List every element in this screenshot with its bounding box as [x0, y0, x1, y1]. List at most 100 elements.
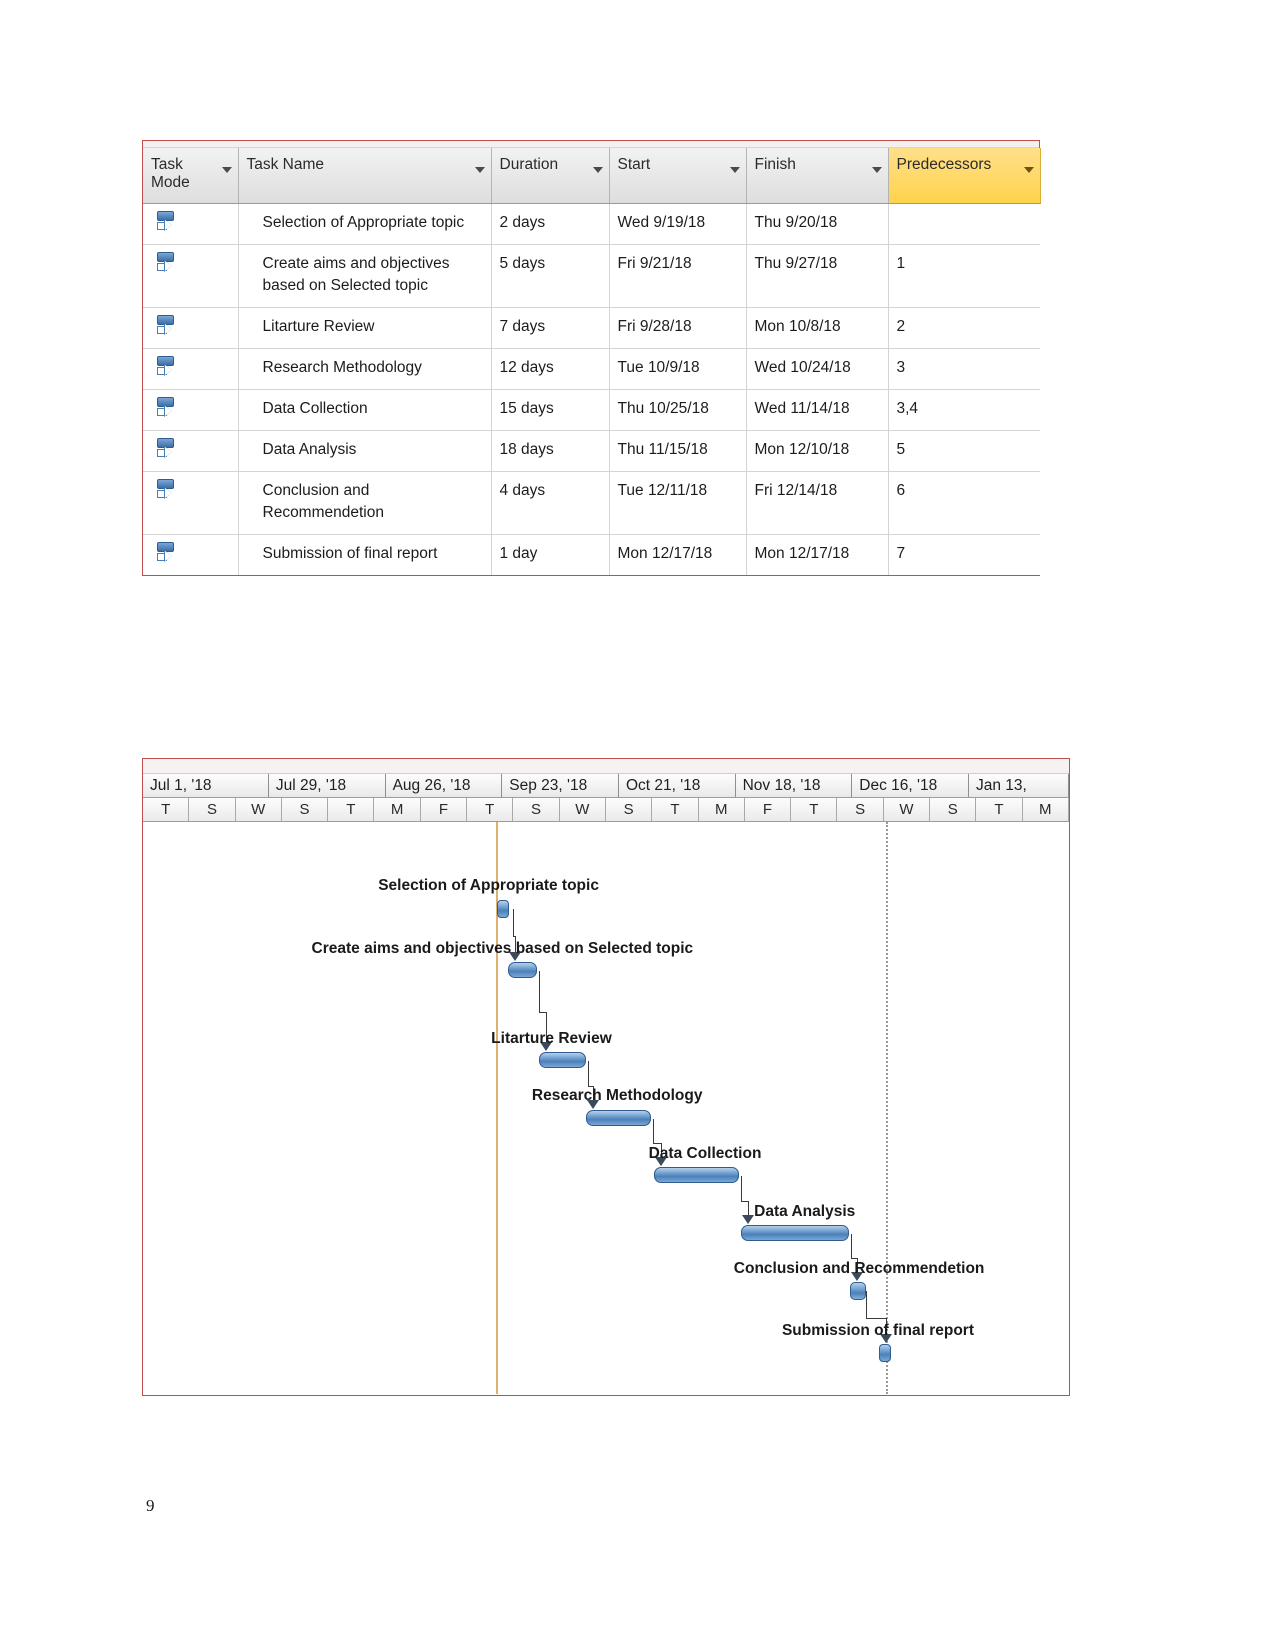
cell-start[interactable]: Thu 11/15/18	[609, 430, 747, 472]
gantt-bar-label: Submission of final report	[781, 1322, 974, 1339]
timescale-day-cell: T	[791, 798, 838, 821]
gantt-bar[interactable]	[847, 1282, 868, 1300]
cell-task-mode[interactable]	[143, 348, 239, 390]
column-header-start[interactable]: Start	[609, 148, 747, 204]
cell-finish[interactable]: Mon 10/8/18	[746, 307, 889, 349]
column-header-predecessors[interactable]: Predecessors	[888, 148, 1041, 204]
cell-finish[interactable]: Mon 12/10/18	[746, 430, 889, 472]
timescale-month-cell: Dec 16, '18	[852, 774, 969, 797]
chevron-down-icon[interactable]	[221, 167, 232, 173]
cell-finish[interactable]: Thu 9/20/18	[746, 203, 889, 245]
cell-task-mode[interactable]	[143, 307, 239, 349]
cell-predecessors[interactable]: 1	[888, 244, 1040, 308]
chevron-down-icon[interactable]	[1023, 167, 1034, 173]
table-row[interactable]: Data Collection 15 days Thu 10/25/18 Wed 11…	[143, 389, 1040, 431]
cell-task-mode[interactable]	[143, 534, 239, 575]
cell-task-mode[interactable]	[143, 203, 239, 245]
cell-finish[interactable]: Mon 12/17/18	[746, 534, 889, 575]
cell-start[interactable]: Tue 10/9/18	[609, 348, 747, 390]
auto-schedule-icon	[155, 314, 177, 342]
table-row[interactable]: Conclusion and Recommendetion 4 days Tue 1…	[143, 471, 1040, 535]
column-header-predecessors-label: Predecessors	[896, 156, 992, 173]
cell-task-name[interactable]: Research Methodology	[238, 348, 492, 390]
timescale-day-cell: S	[606, 798, 653, 821]
cell-duration[interactable]: 18 days	[491, 430, 610, 472]
cell-predecessors[interactable]: 6	[888, 471, 1040, 535]
cell-duration[interactable]: 15 days	[491, 389, 610, 431]
column-header-task-name[interactable]: Task Name	[238, 148, 492, 204]
cell-finish[interactable]: Wed 10/24/18	[746, 348, 889, 390]
cell-duration[interactable]: 2 days	[491, 203, 610, 245]
cell-start[interactable]: Tue 12/11/18	[609, 471, 747, 535]
timescale-day-cell: W	[236, 798, 282, 821]
cell-predecessors[interactable]: 2	[888, 307, 1040, 349]
cell-duration[interactable]: 1 day	[491, 534, 610, 575]
column-header-finish[interactable]: Finish	[746, 148, 889, 204]
gantt-bar-label: Create aims and objectives based on Sele…	[311, 940, 694, 957]
column-header-task-mode[interactable]: Task Mode	[143, 148, 239, 204]
column-header-duration[interactable]: Duration	[491, 148, 610, 204]
cell-task-mode[interactable]	[143, 244, 239, 308]
cell-task-mode[interactable]	[143, 471, 239, 535]
cell-task-name[interactable]: Conclusion and Recommendetion	[238, 471, 492, 535]
gantt-timescale: Jul 1, '18 Jul 29, '18 Aug 26, '18 Sep 23, …	[143, 774, 1069, 822]
cell-predecessors[interactable]: 5	[888, 430, 1040, 472]
cell-task-name[interactable]: Selection of Appropriate topic	[238, 203, 492, 245]
cell-task-name[interactable]: Data Collection	[238, 389, 492, 431]
timescale-day-cell: W	[884, 798, 931, 821]
cell-finish[interactable]: Wed 11/14/18	[746, 389, 889, 431]
page-number: 9	[146, 1496, 155, 1515]
table-row[interactable]: Research Methodology 12 days Tue 10/9/18 We…	[143, 348, 1040, 390]
gantt-bar[interactable]	[652, 1167, 742, 1183]
chevron-down-icon[interactable]	[474, 167, 485, 173]
timescale-month-cell: Jul 1, '18	[143, 774, 269, 797]
timescale-day-cell: M	[374, 798, 421, 821]
timescale-day-cell: M	[1023, 798, 1069, 821]
gantt-bar[interactable]	[505, 962, 540, 978]
timescale-month-row: Jul 1, '18 Jul 29, '18 Aug 26, '18 Sep 23, …	[143, 774, 1069, 798]
timescale-month-cell: Sep 23, '18	[502, 774, 619, 797]
timescale-day-cell: T	[652, 798, 699, 821]
auto-schedule-icon	[155, 251, 177, 279]
table-row[interactable]: Submission of final report 1 day Mon 12/17…	[143, 534, 1040, 575]
cell-finish[interactable]: Thu 9/27/18	[746, 244, 889, 308]
cell-start[interactable]: Thu 10/25/18	[609, 389, 747, 431]
cell-start[interactable]: Fri 9/21/18	[609, 244, 747, 308]
table-row[interactable]: Selection of Appropriate topic 2 days Wed …	[143, 203, 1040, 245]
cell-start[interactable]: Wed 9/19/18	[609, 203, 747, 245]
cell-finish[interactable]: Fri 12/14/18	[746, 471, 889, 535]
table-row[interactable]: Data Analysis 18 days Thu 11/15/18 Mon 12/1…	[143, 430, 1040, 472]
cell-task-name[interactable]: Litarture Review	[238, 307, 492, 349]
cell-task-name[interactable]: Create aims and objectives based on Sele…	[238, 244, 492, 308]
gantt-bar[interactable]	[537, 1052, 588, 1068]
cell-predecessors[interactable]: 3,4	[888, 389, 1040, 431]
cell-start[interactable]: Mon 12/17/18	[609, 534, 747, 575]
cell-task-name[interactable]: Data Analysis	[238, 430, 492, 472]
cell-task-mode[interactable]	[143, 389, 239, 431]
status-date-line	[885, 822, 888, 1394]
cell-duration[interactable]: 5 days	[491, 244, 610, 308]
chevron-down-icon[interactable]	[592, 167, 603, 173]
table-row[interactable]: Create aims and objectives based on Sele…	[143, 244, 1040, 308]
table-row[interactable]: Litarture Review 7 days Fri 9/28/18 Mon 10/…	[143, 307, 1040, 349]
timescale-day-cell: F	[745, 798, 792, 821]
cell-predecessors[interactable]: 7	[888, 534, 1040, 575]
gantt-bar[interactable]	[494, 900, 511, 918]
chevron-down-icon[interactable]	[729, 167, 740, 173]
cell-duration[interactable]: 7 days	[491, 307, 610, 349]
cell-duration[interactable]: 4 days	[491, 471, 610, 535]
cell-task-mode[interactable]	[143, 430, 239, 472]
timescale-day-cell: F	[421, 798, 468, 821]
cell-duration[interactable]: 12 days	[491, 348, 610, 390]
gantt-bar[interactable]	[739, 1225, 852, 1241]
table-top-strip	[143, 141, 1039, 148]
cell-task-name[interactable]: Submission of final report	[238, 534, 492, 575]
cell-start[interactable]: Fri 9/28/18	[609, 307, 747, 349]
gantt-bar[interactable]	[877, 1344, 894, 1362]
column-header-duration-label: Duration	[499, 156, 559, 173]
cell-predecessors[interactable]	[888, 203, 1040, 245]
cell-predecessors[interactable]: 3	[888, 348, 1040, 390]
link-arrow-icon	[742, 1215, 755, 1224]
gantt-bar[interactable]	[583, 1110, 654, 1126]
chevron-down-icon[interactable]	[871, 167, 882, 173]
